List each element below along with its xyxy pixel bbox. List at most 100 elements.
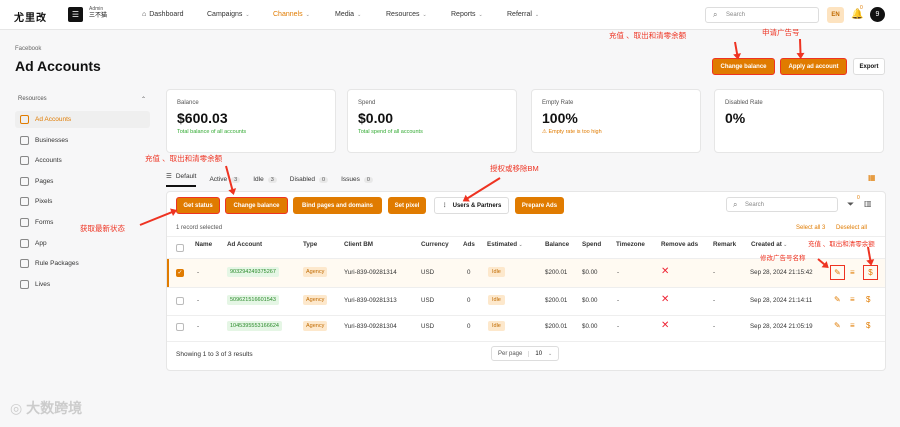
user-avatar[interactable]: 9 — [870, 7, 885, 22]
watermark: ◎ 大数跨境 — [10, 400, 83, 416]
toolbar-change-balance-button[interactable]: Change balance — [225, 197, 288, 214]
divider — [167, 341, 885, 342]
list-icon: ☰ — [166, 173, 172, 180]
annotation-top-balance: 充值 、取出和清零余额 — [609, 31, 687, 40]
columns-icon[interactable]: ▥ — [864, 199, 872, 208]
apply-ad-account-button[interactable]: Apply ad account — [780, 58, 847, 75]
arrow-annotation — [799, 38, 802, 58]
annotation-rename: 修改广告号名称 — [760, 255, 806, 262]
list-icon[interactable]: ≡ — [850, 321, 855, 330]
row-checkbox[interactable] — [176, 297, 184, 305]
nav-dashboard[interactable]: ⌂ Dashboard — [142, 11, 183, 18]
dollar-icon[interactable]: $ — [866, 295, 870, 304]
cell-spend: $0.00 — [582, 323, 598, 330]
search-placeholder: Search — [726, 12, 746, 18]
tab-issues[interactable]: Issues 0 — [341, 172, 373, 187]
nav-media[interactable]: Media ⌄ — [335, 11, 361, 18]
admin-avatar[interactable]: ☰ — [68, 7, 83, 22]
change-balance-button[interactable]: Change balance — [712, 58, 775, 75]
arrow-annotation — [734, 41, 739, 58]
nav-reports[interactable]: Reports ⌄ — [451, 11, 483, 18]
chevron-down-icon: ⌄ — [422, 11, 427, 18]
sidebar-heading[interactable]: Resources ⌃ — [18, 96, 146, 103]
tab-default[interactable]: ☰ Default — [166, 172, 197, 187]
col-spend[interactable]: Spend — [582, 241, 601, 248]
cell-remark: - — [713, 297, 716, 304]
nav-channels[interactable]: Channels ⌄ — [273, 11, 310, 18]
live-icon — [20, 280, 29, 289]
sidebar-item-rule-packages[interactable]: Rule Packages — [15, 255, 150, 272]
sidebar-item-businesses[interactable]: Businesses — [15, 132, 150, 149]
global-search-input[interactable]: ⌕ Search — [705, 7, 819, 23]
tab-disabled[interactable]: Disabled 0 — [290, 172, 329, 187]
deselect-all-link[interactable]: Deselect all — [836, 225, 867, 231]
sidebar-item-pixels[interactable]: Pixels — [15, 193, 150, 210]
nav-campaigns[interactable]: Campaigns ⌄ — [207, 11, 250, 18]
cell-estimated: Idle — [488, 321, 505, 331]
sidebar-item-lives[interactable]: Lives — [15, 276, 150, 293]
per-page-select[interactable]: Per page 10 ⌄ — [491, 346, 559, 361]
sidebar-item-app[interactable]: App — [15, 235, 150, 252]
breadcrumb[interactable]: Facebook — [15, 46, 41, 52]
col-created-at[interactable]: Created at ⌄ — [751, 241, 787, 248]
tab-idle[interactable]: Idle 3 — [253, 172, 277, 187]
cell-balance: $200.01 — [545, 297, 568, 304]
col-remove-ads[interactable]: Remove ads — [661, 241, 698, 248]
tab-active-accounts[interactable]: Active 3 — [209, 172, 241, 187]
select-all-link[interactable]: Select all 3 — [796, 225, 825, 231]
col-timezone[interactable]: Timezone — [616, 241, 645, 248]
chevron-up-icon: ⌃ — [140, 97, 146, 103]
user-icon — [20, 156, 29, 165]
col-client-bm[interactable]: Client BM — [344, 241, 373, 248]
col-ad-account[interactable]: Ad Account — [227, 241, 262, 248]
admin-info[interactable]: Admin 三不猫 — [89, 6, 107, 20]
list-icon[interactable]: ≡ — [850, 268, 855, 277]
cell-ads: 0 — [467, 269, 471, 276]
nav-resources[interactable]: Resources ⌄ — [386, 11, 427, 18]
language-switch[interactable]: EN — [827, 7, 844, 23]
app-icon — [20, 239, 29, 248]
bind-pages-domains-button[interactable]: Bind pages and domains — [293, 197, 382, 214]
brand-logo[interactable]: 尤里改 — [14, 9, 47, 24]
list-icon[interactable]: ≡ — [850, 295, 855, 304]
col-currency[interactable]: Currency — [421, 241, 449, 248]
cell-timezone: - — [617, 323, 620, 330]
col-type[interactable]: Type — [303, 241, 317, 248]
nav-referral[interactable]: Referral ⌄ — [507, 11, 539, 18]
cell-ad-account[interactable]: 903294249375267 — [227, 267, 279, 277]
cell-ad-account[interactable]: 1045395553166624 — [227, 321, 282, 331]
select-all-checkbox[interactable] — [176, 244, 184, 252]
col-name[interactable]: Name — [195, 241, 212, 248]
users-partners-button[interactable]: ⋮ Users & Partners — [434, 197, 509, 214]
cell-estimated: Idle — [488, 295, 505, 305]
chevron-down-icon: ⌄ — [357, 11, 362, 18]
admin-label: Admin — [89, 6, 104, 12]
set-pixel-button[interactable]: Set pixel — [388, 197, 426, 214]
chevron-down-icon: ⌄ — [245, 11, 250, 18]
annotation-status: 获取最新状态 — [80, 224, 125, 233]
col-balance[interactable]: Balance — [545, 241, 569, 248]
edit-icon[interactable]: ✎ — [834, 295, 841, 304]
sidebar-item-ad-accounts[interactable]: Ad Accounts — [15, 111, 150, 128]
grid-view-icon[interactable]: ▦ — [868, 173, 876, 182]
prepare-ads-button[interactable]: Prepare Ads — [515, 197, 564, 214]
sidebar-item-pages[interactable]: Pages — [15, 173, 150, 190]
dollar-icon[interactable]: $ — [863, 265, 878, 280]
annotation-tab-balance: 充值 、取出和清零余额 — [145, 154, 223, 163]
watermark-logo-icon: ◎ — [10, 400, 27, 416]
col-remark[interactable]: Remark — [713, 241, 736, 248]
dollar-icon[interactable]: $ — [866, 321, 870, 330]
col-estimated[interactable]: Estimated ⌄ — [487, 241, 523, 248]
edit-icon[interactable]: ✎ — [830, 265, 845, 280]
export-button[interactable]: Export — [853, 58, 885, 75]
table-search-input[interactable]: ⌕ Search — [726, 197, 838, 212]
sidebar-item-accounts[interactable]: Accounts — [15, 152, 150, 169]
edit-icon[interactable]: ✎ — [834, 321, 841, 330]
filter-icon[interactable]: ⏷ — [847, 199, 854, 210]
selected-count: 1 record selected — [176, 225, 223, 231]
row-checkbox[interactable] — [176, 323, 184, 331]
row-checkbox[interactable]: ✓ — [176, 269, 184, 277]
cell-ad-account[interactable]: 509621516601543 — [227, 295, 279, 305]
get-status-button[interactable]: Get status — [176, 197, 220, 214]
col-ads[interactable]: Ads — [463, 241, 475, 248]
